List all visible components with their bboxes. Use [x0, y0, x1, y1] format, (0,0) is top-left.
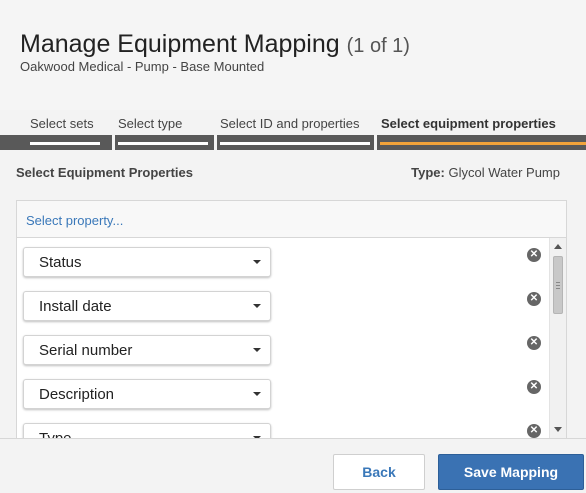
page-title: Manage Equipment Mapping (1 of 1): [20, 30, 410, 59]
back-button[interactable]: Back: [333, 454, 425, 490]
property-list: Status ✕ Install date ✕ Serial number ✕ …: [16, 238, 567, 438]
equipment-type: Type: Glycol Water Pump: [411, 165, 560, 180]
property-select-install-date[interactable]: Install date: [23, 291, 271, 321]
save-mapping-button[interactable]: Save Mapping: [438, 454, 584, 490]
grip-line: [556, 285, 560, 286]
step-indicator-2: [118, 142, 208, 145]
remove-install-date-icon[interactable]: ✕: [527, 292, 541, 306]
list-scrollbar[interactable]: [549, 238, 566, 438]
select-property-dropdown[interactable]: Select property...: [16, 200, 567, 238]
scrollbar-thumb[interactable]: [553, 256, 563, 314]
select-property-placeholder: Select property...: [26, 213, 124, 228]
page-header: Manage Equipment Mapping (1 of 1) Oakwoo…: [0, 0, 586, 110]
step-select-id-properties[interactable]: Select ID and properties: [220, 116, 359, 131]
type-value: Glycol Water Pump: [448, 165, 561, 180]
property-label: Type: [39, 430, 72, 438]
property-label: Description: [39, 386, 115, 403]
property-select-status[interactable]: Status: [23, 247, 271, 277]
chevron-down-icon: [253, 260, 261, 264]
remove-serial-number-icon[interactable]: ✕: [527, 336, 541, 350]
page-subtitle: Oakwood Medical - Pump - Base Mounted: [20, 59, 265, 74]
remove-status-icon[interactable]: ✕: [527, 248, 541, 262]
property-select-type[interactable]: Type: [23, 423, 271, 438]
step-indicator-1: [30, 142, 100, 145]
step-select-equipment-properties[interactable]: Select equipment properties: [381, 116, 556, 131]
scroll-down-icon[interactable]: [554, 427, 562, 432]
step-select-type[interactable]: Select type: [118, 116, 182, 131]
remove-description-icon[interactable]: ✕: [527, 380, 541, 394]
footer-bar: Back Save Mapping: [0, 438, 586, 493]
chevron-down-icon: [253, 348, 261, 352]
remove-type-icon[interactable]: ✕: [527, 424, 541, 438]
page-title-text: Manage Equipment Mapping: [20, 30, 340, 58]
scroll-up-icon[interactable]: [554, 244, 562, 249]
step-select-sets[interactable]: Select sets: [30, 116, 94, 131]
step-indicator-4: [380, 142, 586, 145]
chevron-down-icon: [253, 392, 261, 396]
grip-line: [556, 288, 560, 289]
grip-line: [556, 282, 560, 283]
property-label: Status: [39, 254, 82, 271]
property-select-serial-number[interactable]: Serial number: [23, 335, 271, 365]
wizard-steps: Select sets Select type Select ID and pr…: [0, 110, 586, 155]
property-select-description[interactable]: Description: [23, 379, 271, 409]
section-title: Select Equipment Properties: [16, 165, 193, 180]
property-label: Serial number: [39, 342, 133, 359]
section-header: Select Equipment Properties Type: Glycol…: [0, 150, 586, 198]
property-label: Install date: [39, 298, 112, 315]
page-count: (1 of 1): [346, 35, 410, 57]
chevron-down-icon: [253, 304, 261, 308]
step-indicator-3: [220, 142, 370, 145]
type-label: Type:: [411, 165, 445, 180]
